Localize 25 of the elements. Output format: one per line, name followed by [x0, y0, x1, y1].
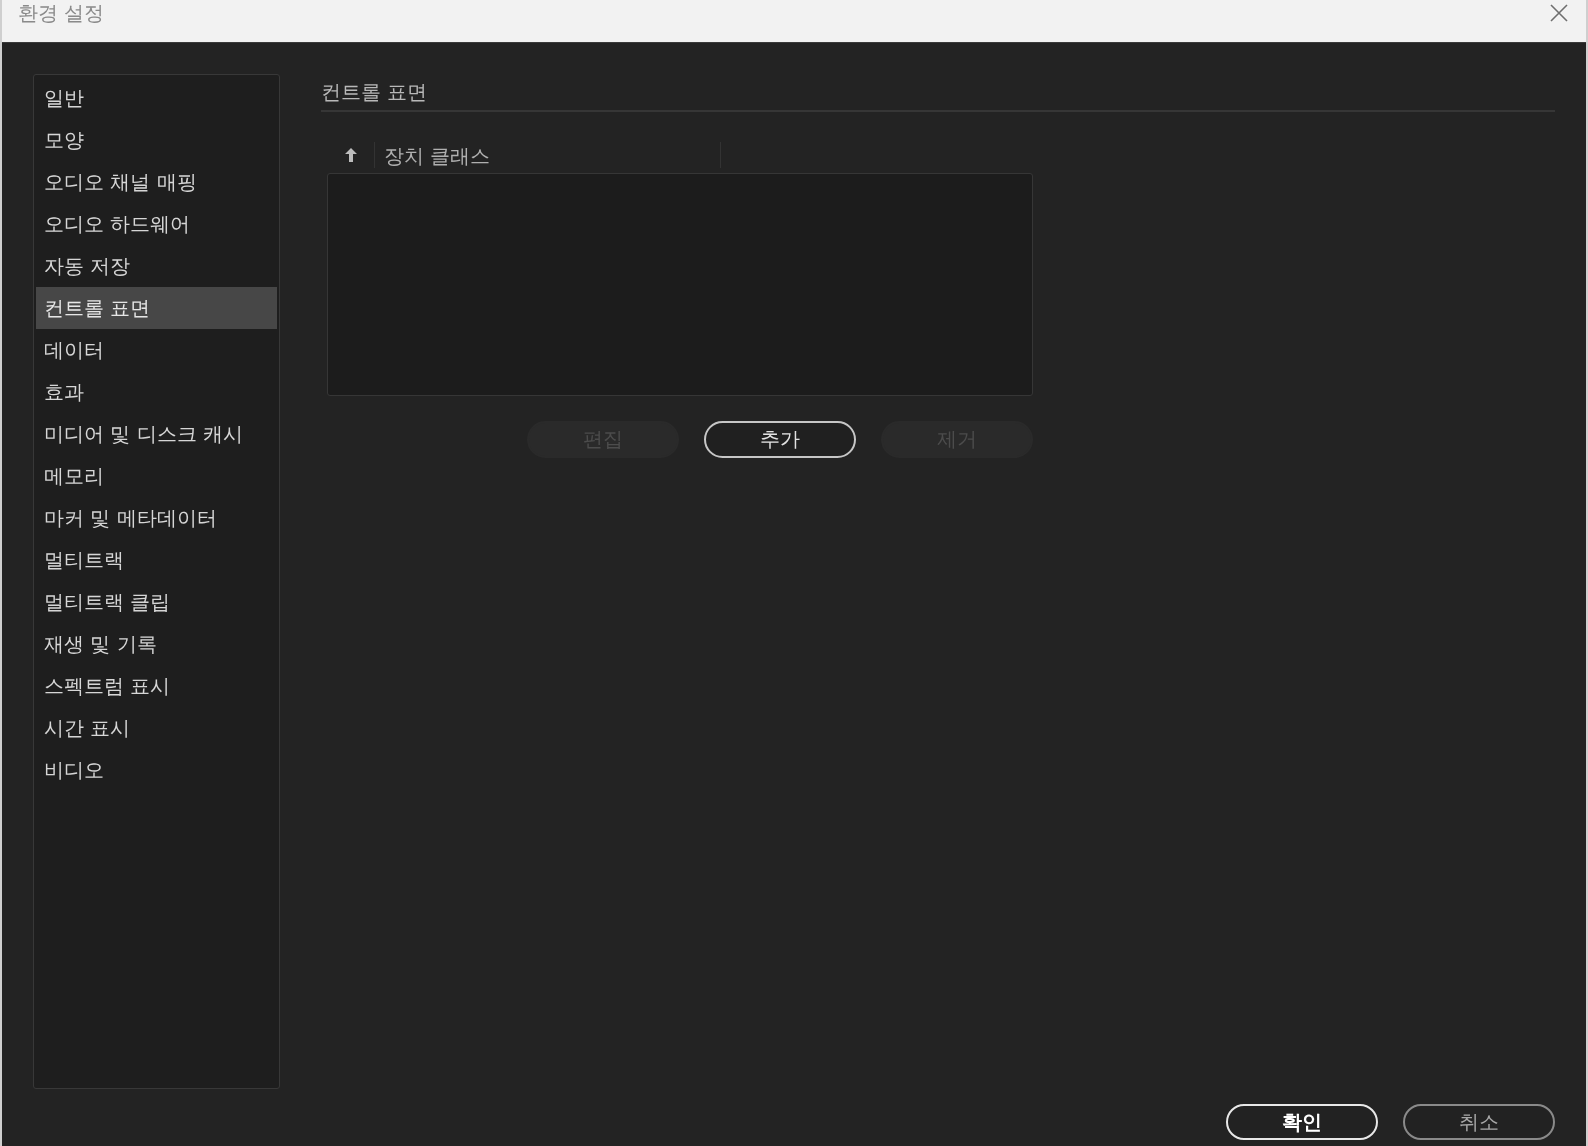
- sidebar-item[interactable]: 재생 및 기록: [36, 623, 277, 665]
- sidebar-item[interactable]: 데이터: [36, 329, 277, 371]
- dialog-button[interactable]: 취소: [1403, 1104, 1555, 1140]
- sidebar-item[interactable]: 스펙트럼 표시: [36, 665, 277, 707]
- sidebar-item[interactable]: 비디오: [36, 749, 277, 791]
- section-title: 컨트롤 표면: [321, 78, 1555, 112]
- sidebar-item[interactable]: 일반: [36, 77, 277, 119]
- sidebar-item[interactable]: 오디오 하드웨어: [36, 203, 277, 245]
- dialog-button[interactable]: 확인: [1226, 1104, 1378, 1140]
- sidebar-item[interactable]: 시간 표시: [36, 707, 277, 749]
- sidebar-item[interactable]: 효과: [36, 371, 277, 413]
- sidebar-item[interactable]: 미디어 및 디스크 캐시: [36, 413, 277, 455]
- close-icon[interactable]: [1550, 4, 1568, 22]
- window-title: 환경 설정: [18, 0, 105, 26]
- sidebar-item[interactable]: 컨트롤 표면: [36, 287, 277, 329]
- sidebar-item[interactable]: 멀티트랙: [36, 539, 277, 581]
- sidebar-item[interactable]: 모양: [36, 119, 277, 161]
- column-header[interactable]: 장치 클래스: [375, 142, 721, 168]
- sidebar-item[interactable]: 오디오 채널 매핑: [36, 161, 277, 203]
- sidebar-item[interactable]: 자동 저장: [36, 245, 277, 287]
- sidebar-item[interactable]: 마커 및 메타데이터: [36, 497, 277, 539]
- sidebar-item[interactable]: 멀티트랙 클립: [36, 581, 277, 623]
- action-button[interactable]: 추가: [704, 421, 856, 458]
- up-arrow-icon[interactable]: [344, 148, 357, 162]
- sidebar-item[interactable]: 메모리: [36, 455, 277, 497]
